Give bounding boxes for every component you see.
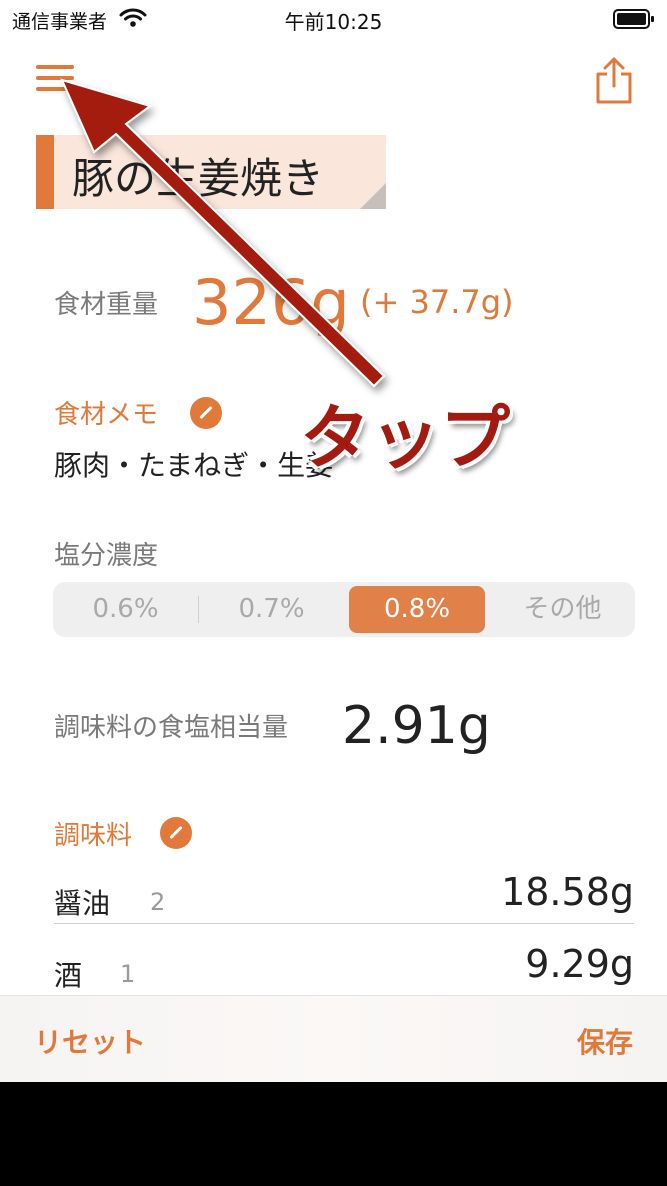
seasoning-name: 醤油: [54, 887, 111, 920]
status-bar: 通信事業者 午前10:25: [0, 0, 667, 36]
menu-icon[interactable]: [36, 64, 74, 92]
battery-icon: [613, 9, 654, 29]
arrow-shape: [60, 78, 386, 388]
seasoning-qty: 1: [120, 960, 136, 988]
recipe-title-banner[interactable]: 豚の生姜焼き: [36, 135, 386, 209]
seasoning-amount: 18.58g: [501, 870, 634, 914]
seasoning-qty: 2: [150, 888, 166, 916]
weight-value: 326g: [192, 266, 350, 339]
seasoning-amount: 9.29g: [525, 942, 634, 986]
salt-concentration-label: 塩分濃度: [54, 541, 159, 571]
share-icon[interactable]: [594, 56, 634, 104]
reset-button[interactable]: リセット: [34, 1021, 146, 1061]
seasoning-name: 酒: [54, 959, 83, 992]
app-screen: 通信事業者 午前10:25 豚の生姜焼き 食材重量 326g (+ 37.7g): [0, 0, 667, 1082]
row-divider: [54, 923, 634, 924]
seasoning-salt-label: 調味料の食塩相当量: [54, 713, 289, 743]
segment-option-0-6[interactable]: 0.6%: [53, 582, 198, 637]
title-fold-corner: [360, 183, 386, 209]
segment-option-other[interactable]: その他: [490, 582, 635, 637]
save-button[interactable]: 保存: [577, 1021, 633, 1061]
salt-concentration-segmented-control: 0.6% 0.7% 0.8% その他: [53, 582, 635, 637]
recipe-title: 豚の生姜焼き: [72, 154, 325, 203]
edit-seasoning-pencil-icon[interactable]: [160, 817, 192, 849]
segment-option-0-8[interactable]: 0.8%: [349, 582, 485, 637]
memo-text: 豚肉・たまねぎ・生姜: [54, 449, 334, 482]
segment-option-0-7[interactable]: 0.7%: [199, 582, 344, 637]
seasoning-row[interactable]: 醤油 2 18.58g: [54, 864, 634, 924]
seasoning-row[interactable]: 酒 1 9.29g: [54, 936, 634, 996]
seasoning-salt-value: 2.91g: [342, 696, 491, 756]
edit-memo-pencil-icon[interactable]: [190, 397, 222, 429]
status-time: 午前10:25: [284, 10, 383, 34]
seasoning-label: 調味料: [54, 821, 133, 851]
weight-label: 食材重量: [54, 290, 159, 320]
title-accent-bar: [36, 135, 54, 209]
memo-label: 食材メモ: [54, 400, 159, 430]
bottom-toolbar: リセット 保存: [0, 995, 667, 1082]
weight-diff: (+ 37.7g): [360, 283, 514, 321]
tap-annotation-text: タップ: [300, 397, 510, 479]
